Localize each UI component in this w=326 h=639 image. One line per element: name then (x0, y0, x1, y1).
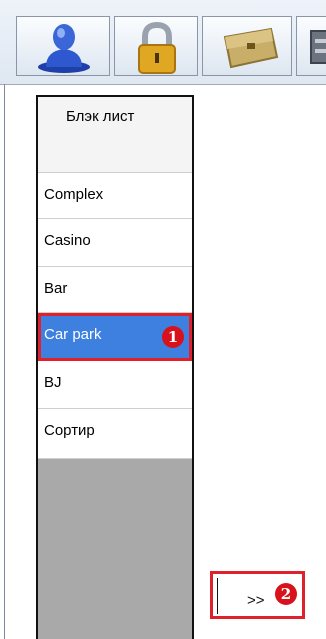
partial-icon (310, 30, 326, 64)
list-item-label: Bar (44, 280, 68, 297)
lock-icon (138, 21, 176, 74)
step-badge-1: 1 (162, 326, 184, 348)
list-item-label: Сортир (44, 422, 95, 439)
step-badge-2: 2 (275, 583, 297, 605)
window-frame-top (4, 84, 326, 85)
user-icon (38, 24, 90, 73)
black-list-panel: Блэк лист Complex Casino Bar Car park 1 … (36, 95, 194, 639)
list-item-complex[interactable]: Complex (38, 173, 192, 219)
next-button[interactable]: >> 2 (210, 571, 305, 619)
toolbar-button-partial[interactable] (296, 16, 326, 76)
next-button-edge (217, 578, 218, 614)
next-button-label: >> (247, 592, 265, 609)
list-item-label: Car park (44, 326, 102, 343)
window-frame-left (4, 84, 5, 639)
list-item-bj[interactable]: BJ (38, 361, 192, 409)
list-item-car-park[interactable]: Car park 1 (38, 313, 192, 361)
chest-icon (223, 27, 279, 69)
list-header: Блэк лист (38, 97, 192, 173)
list-item-label: Complex (44, 186, 104, 203)
chest-button[interactable] (202, 16, 292, 76)
list-item-sortir[interactable]: Сортир (38, 409, 192, 459)
lock-button[interactable] (114, 16, 198, 76)
list-item-label: BJ (44, 374, 62, 391)
list-item-casino[interactable]: Casino (38, 219, 192, 267)
list-header-label: Блэк лист (66, 108, 135, 125)
user-button[interactable] (16, 16, 110, 76)
toolbar (0, 0, 326, 85)
list-item-bar[interactable]: Bar (38, 267, 192, 313)
list-item-label: Casino (44, 232, 91, 249)
